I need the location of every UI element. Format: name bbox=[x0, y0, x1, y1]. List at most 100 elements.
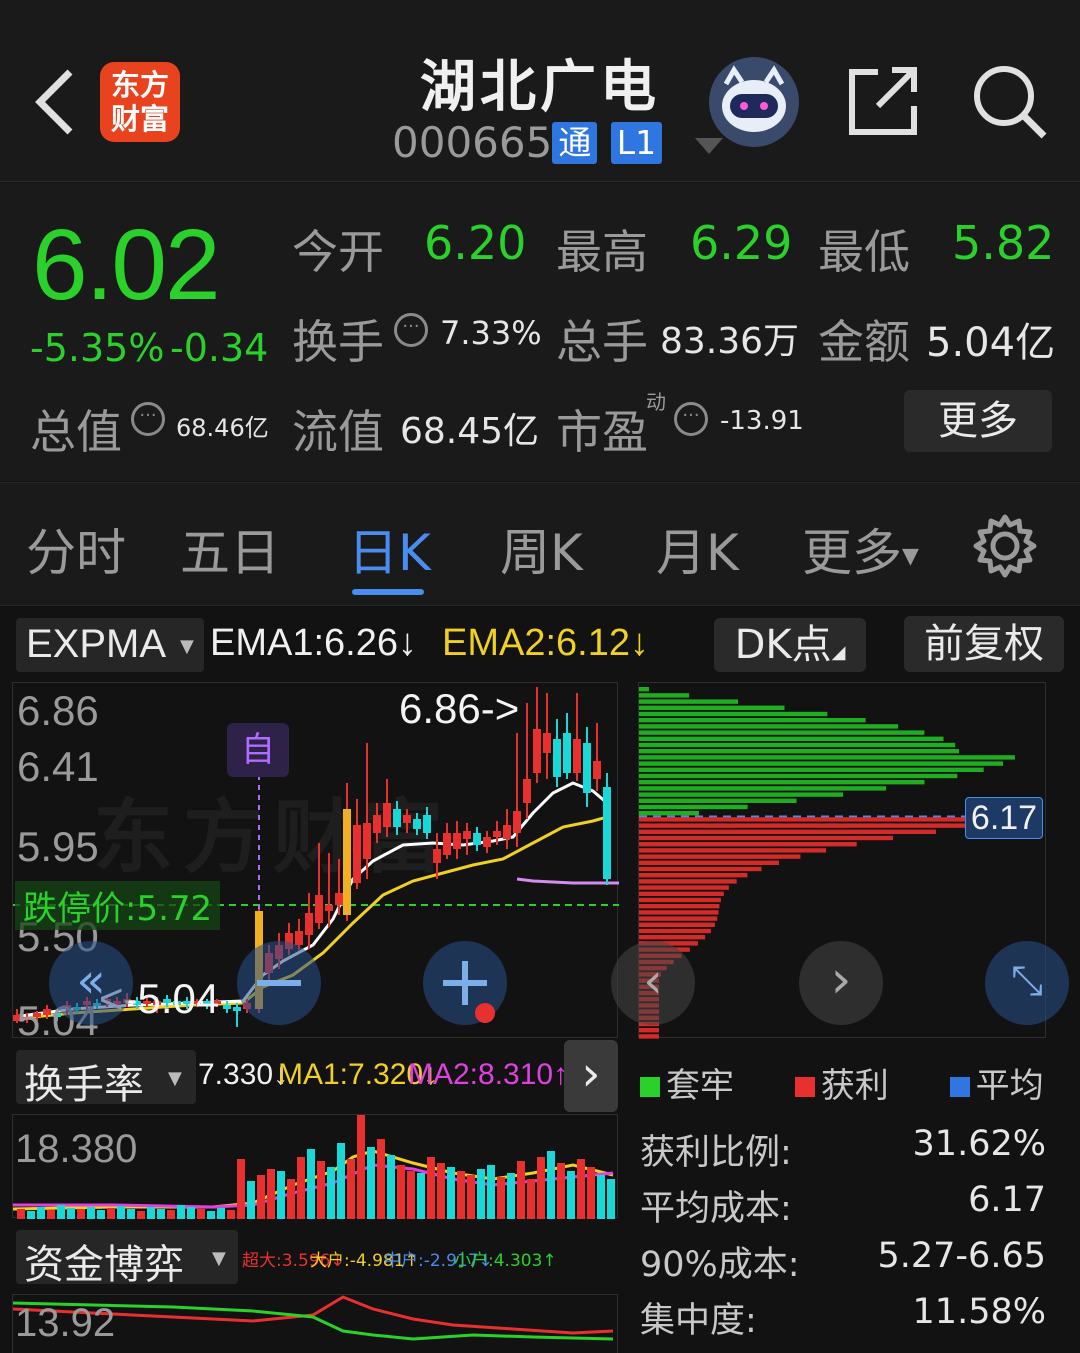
stock-name: 湖北广电 bbox=[420, 55, 660, 120]
cost-line bbox=[516, 877, 619, 885]
turnover-value: 7.33% bbox=[440, 314, 542, 352]
max-price-marker: 6.86-> bbox=[399, 685, 520, 732]
chip-legend: 套牢 获利 平均 bbox=[640, 1058, 1044, 1107]
info-dots-icon[interactable]: ··· bbox=[394, 313, 428, 347]
open-value: 6.20 bbox=[424, 216, 527, 270]
candle-body bbox=[503, 825, 511, 839]
turnover-bar bbox=[107, 1208, 115, 1219]
tab-monthly-k[interactable]: 月K bbox=[656, 513, 739, 585]
chip-trapped-bar bbox=[639, 798, 797, 803]
stat-value: 6.17 bbox=[968, 1180, 1046, 1220]
avg-cost-label: 6.17 bbox=[965, 797, 1043, 839]
turnover-bar bbox=[307, 1149, 315, 1219]
turnover-bar bbox=[447, 1167, 455, 1219]
high-value: 6.29 bbox=[690, 216, 793, 270]
last-price: 6.02 bbox=[32, 209, 221, 321]
turnover-bar bbox=[387, 1155, 395, 1219]
turnover-bar bbox=[407, 1171, 415, 1219]
high-label: 最高 bbox=[556, 225, 648, 279]
info-dots-icon[interactable]: ··· bbox=[131, 402, 165, 436]
turnover-bar bbox=[227, 1210, 235, 1219]
candle-body bbox=[443, 833, 451, 855]
search-icon[interactable] bbox=[972, 64, 1048, 140]
turnover-bar bbox=[297, 1157, 305, 1219]
fund-select[interactable]: 资金博弈 ▼ bbox=[16, 1230, 238, 1288]
indicator-select[interactable]: EXPMA ▼ bbox=[16, 618, 204, 672]
chip-profit-bar bbox=[639, 829, 936, 834]
open-label: 今开 bbox=[292, 225, 384, 279]
tab-five-day[interactable]: 五日 bbox=[180, 513, 280, 585]
connect-tag: 通 bbox=[552, 122, 598, 164]
limit-down-label: 跌停价:5.72 bbox=[15, 881, 221, 930]
zoom-in-icon[interactable] bbox=[423, 941, 507, 1025]
change-pct: -5.35% bbox=[30, 326, 165, 370]
back-arrow-icon[interactable] bbox=[32, 68, 76, 136]
chip-profit-bar bbox=[639, 897, 721, 903]
tab-weekly-k[interactable]: 周K bbox=[500, 513, 583, 585]
turnover-bar bbox=[197, 1209, 205, 1219]
turnover-select[interactable]: 换手率 ▼ bbox=[16, 1050, 196, 1108]
tab-daily-k[interactable]: 日K bbox=[348, 513, 431, 585]
avg-swatch bbox=[949, 1077, 970, 1097]
candle-body bbox=[335, 893, 343, 905]
turnover-bar bbox=[257, 1175, 265, 1219]
turnover-bar bbox=[97, 1210, 105, 1219]
chip-distribution[interactable]: 6.17 ‹ › ⤡ bbox=[611, 682, 1069, 1039]
amount-label: 金额 bbox=[818, 315, 910, 369]
share-icon[interactable] bbox=[848, 66, 920, 136]
tab-more[interactable]: 更多▼ bbox=[802, 513, 919, 585]
dk-point-button[interactable]: DK点◢ bbox=[714, 618, 866, 672]
chip-trapped-bar bbox=[639, 761, 1004, 766]
chip-profit-bar bbox=[639, 904, 720, 909]
candle-body bbox=[513, 811, 521, 833]
candle-body bbox=[463, 831, 471, 839]
chip-trapped-bar bbox=[639, 811, 699, 816]
stock-code-row[interactable]: 000665 通 L1 bbox=[392, 118, 724, 167]
turnover-bar bbox=[237, 1159, 245, 1219]
chip-profit-bar bbox=[639, 916, 718, 921]
legend-trapped: 套牢 bbox=[666, 1066, 734, 1106]
turnover-bar bbox=[117, 1206, 125, 1219]
candle-body bbox=[493, 831, 501, 837]
gear-icon[interactable] bbox=[972, 513, 1038, 579]
chip-profit-bar bbox=[639, 1034, 659, 1039]
zoom-out-icon[interactable] bbox=[237, 941, 321, 1025]
stock-code: 000665 bbox=[392, 118, 553, 167]
ema1-label: EMA1:6.26↓ bbox=[210, 622, 417, 664]
scroll-left-icon[interactable]: « bbox=[49, 941, 133, 1025]
turnover-bar bbox=[477, 1169, 485, 1219]
info-dots-icon[interactable]: ··· bbox=[674, 402, 708, 436]
expand-icon[interactable]: ⤡ bbox=[985, 941, 1069, 1025]
candle-body bbox=[315, 895, 323, 923]
candle-body bbox=[563, 733, 571, 773]
stat-value: 11.58% bbox=[912, 1292, 1046, 1332]
chip-trapped-bar bbox=[639, 718, 866, 723]
turnover-bar bbox=[57, 1205, 65, 1219]
chevron-right-icon[interactable]: › bbox=[564, 1040, 618, 1112]
turnover-bar bbox=[157, 1209, 165, 1219]
stat-value: 31.62% bbox=[912, 1124, 1046, 1164]
robot-avatar-icon[interactable] bbox=[708, 56, 800, 148]
chip-next-icon[interactable]: › bbox=[799, 941, 883, 1025]
more-quote-button[interactable]: 更多 bbox=[904, 390, 1052, 452]
turnover-bar bbox=[177, 1205, 185, 1219]
chip-profit-bar bbox=[639, 910, 719, 915]
chip-profit-bar bbox=[639, 860, 780, 865]
chip-prev-icon[interactable]: ‹ bbox=[611, 941, 695, 1025]
turnover-bar bbox=[337, 1143, 345, 1219]
adjust-button[interactable]: 前复权 bbox=[904, 616, 1064, 672]
candle-body bbox=[453, 833, 461, 849]
tab-intraday[interactable]: 分时 bbox=[26, 513, 126, 585]
chip-trapped-bar bbox=[639, 693, 690, 698]
turnover-bar bbox=[537, 1157, 545, 1219]
caret-down-icon: ▼ bbox=[180, 636, 194, 657]
turnover-current: 7.330↓ bbox=[198, 1058, 289, 1091]
brand-logo[interactable]: 东方 财富 bbox=[100, 62, 180, 142]
turnover-bar bbox=[327, 1167, 335, 1219]
turnover-chart: 18.380 bbox=[12, 1114, 618, 1219]
float-label: 流值 bbox=[292, 405, 384, 459]
kline-chart[interactable]: 东方财富 6.86 6.41 5.95 5.50 5.04 跌停价:5.72 自… bbox=[12, 682, 619, 1044]
turnover-bar bbox=[267, 1169, 275, 1219]
chip-trapped-bar bbox=[639, 724, 899, 729]
self-select-tag[interactable]: 自 bbox=[227, 723, 289, 777]
